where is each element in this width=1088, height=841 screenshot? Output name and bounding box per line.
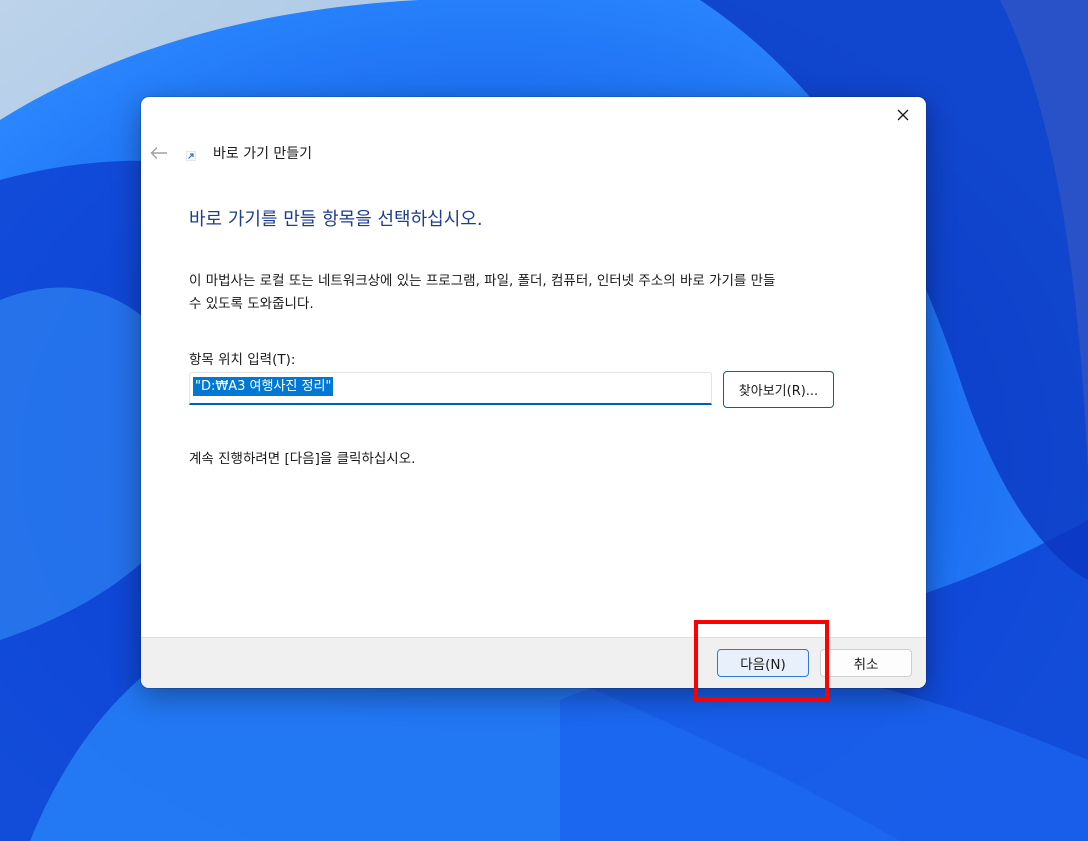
description-line-2: 수 있도록 도와줍니다.: [189, 296, 314, 312]
next-button[interactable]: 다음(N): [717, 649, 809, 677]
close-icon: [897, 109, 909, 121]
page-heading: 바로 가기를 만들 항목을 선택하십시오.: [189, 209, 483, 230]
close-button[interactable]: [880, 97, 926, 133]
dialog-footer: 다음(N) 취소: [141, 637, 926, 688]
browse-button[interactable]: 찾아보기(R)...: [723, 371, 834, 408]
description-line-1: 이 마법사는 로컬 또는 네트워크상에 있는 프로그램, 파일, 폴더, 컴퓨터…: [189, 273, 776, 289]
create-shortcut-dialog: 바로 가기 만들기 바로 가기를 만들 항목을 선택하십시오. 이 마법사는 로…: [141, 97, 926, 688]
back-arrow-icon: [150, 147, 167, 159]
back-button[interactable]: [147, 141, 171, 165]
wizard-title: 바로 가기 만들기: [213, 146, 313, 162]
cancel-button[interactable]: 취소: [820, 649, 912, 677]
location-label: 항목 위치 입력(T):: [189, 352, 296, 368]
continue-instruction: 계속 진행하려면 [다음]을 클릭하십시오.: [189, 451, 416, 467]
wizard-description: 이 마법사는 로컬 또는 네트워크상에 있는 프로그램, 파일, 폴더, 컴퓨터…: [189, 270, 901, 316]
shortcut-arrow-icon: [186, 151, 196, 161]
location-input[interactable]: "D:₩A3 여행사진 정리": [189, 372, 712, 405]
location-input-value: "D:₩A3 여행사진 정리": [193, 377, 334, 396]
